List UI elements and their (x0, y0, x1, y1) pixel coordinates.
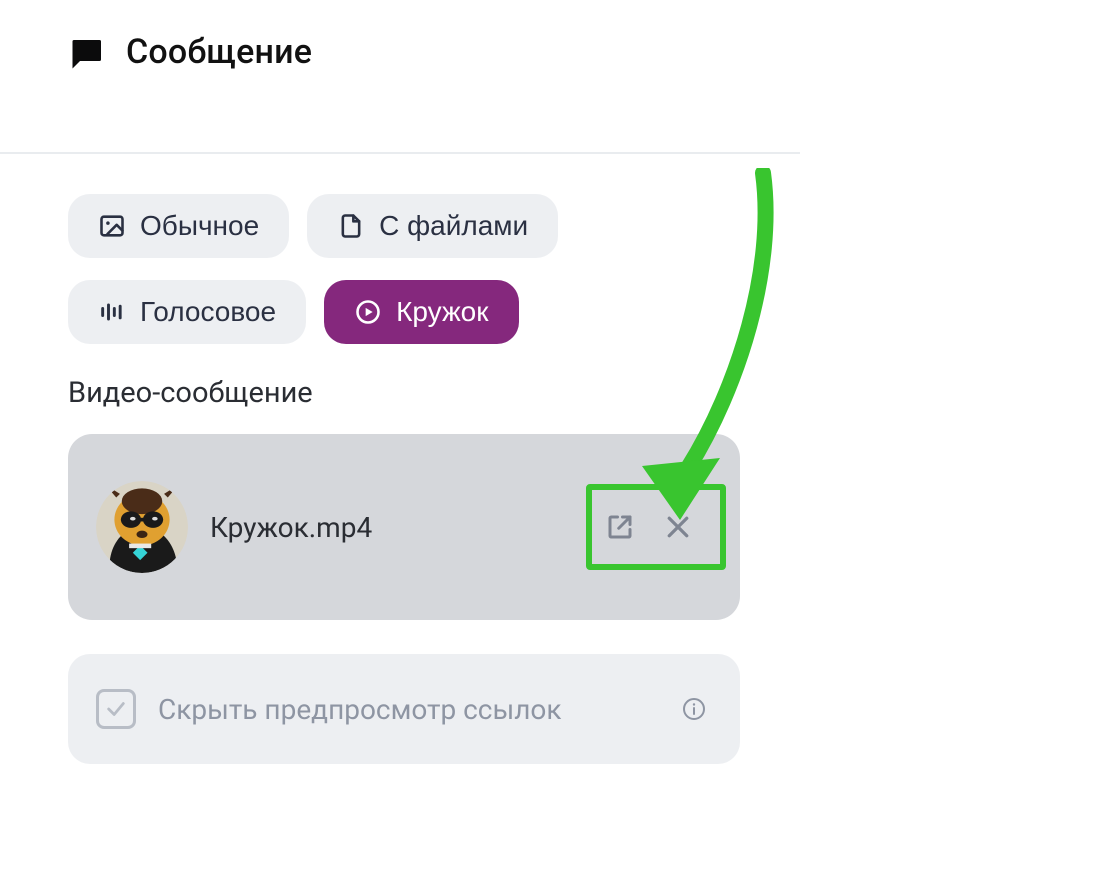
image-icon (98, 212, 126, 240)
hide-preview-info-button[interactable] (676, 691, 712, 727)
hide-preview-label: Скрыть предпросмотр ссылок (158, 693, 654, 726)
file-icon (337, 212, 365, 240)
type-normal-button[interactable]: Обычное (68, 194, 289, 258)
type-files-label: С файлами (379, 210, 528, 242)
section-title: Сообщение (126, 32, 312, 72)
hide-preview-checkbox[interactable] (96, 689, 136, 729)
remove-file-button[interactable] (658, 507, 698, 547)
info-icon (682, 694, 706, 724)
type-normal-label: Обычное (140, 210, 259, 242)
file-attachment-card: Кружок.mp4 (68, 434, 740, 620)
video-thumbnail (96, 481, 188, 573)
type-voice-label: Голосовое (140, 296, 276, 328)
type-files-button[interactable]: С файлами (307, 194, 558, 258)
external-link-icon (605, 512, 635, 542)
divider (0, 152, 800, 154)
file-name: Кружок.mp4 (210, 511, 564, 544)
play-circle-icon (354, 298, 382, 326)
hide-preview-option[interactable]: Скрыть предпросмотр ссылок (68, 654, 740, 764)
section-heading: Сообщение (68, 32, 800, 72)
message-icon (68, 34, 104, 70)
open-external-button[interactable] (600, 507, 640, 547)
audio-wave-icon (98, 298, 126, 326)
video-message-label: Видео-сообщение (68, 376, 800, 410)
type-circle-label: Кружок (396, 296, 488, 328)
type-circle-button[interactable]: Кружок (324, 280, 518, 344)
close-icon (663, 512, 693, 542)
type-voice-button[interactable]: Голосовое (68, 280, 306, 344)
check-icon (105, 698, 127, 720)
